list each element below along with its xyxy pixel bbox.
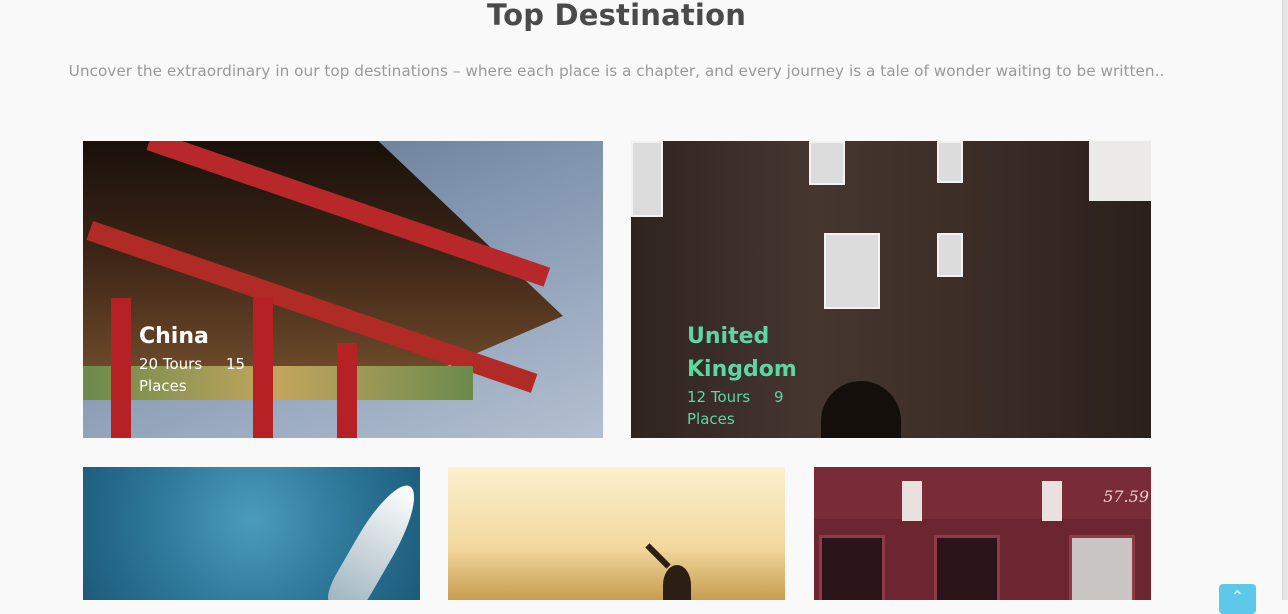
building-arch	[821, 381, 901, 438]
destination-places-count: 15	[226, 355, 246, 373]
surfer-arm-image	[645, 543, 671, 569]
destination-places-label: Places	[687, 410, 735, 428]
building-window	[937, 141, 963, 183]
shop-window	[934, 535, 1000, 600]
destination-card-china[interactable]: China 20 Tours 15 Places	[83, 141, 603, 438]
building-window	[937, 233, 963, 277]
page-scrollbar[interactable]	[1282, 0, 1288, 600]
destination-places-label: Places	[139, 377, 187, 395]
building-window	[631, 141, 663, 217]
destination-tours: 12 Tours	[687, 388, 751, 406]
building-window	[809, 141, 845, 185]
sky-patch	[1089, 141, 1151, 201]
shop-window	[1069, 535, 1135, 600]
section-title: Top Destination	[486, 0, 747, 32]
surfer-image	[663, 565, 691, 600]
destination-card-surf-image[interactable]	[448, 467, 785, 600]
shop-pillar	[902, 481, 922, 521]
destination-card-united-kingdom[interactable]: United Kingdom 12 Tours 9 Places	[631, 141, 1151, 438]
destination-stats: 12 Tours 9 Places	[687, 386, 827, 430]
destination-name[interactable]: China	[139, 320, 245, 353]
destination-card-shopfront-image[interactable]: 57.59	[814, 467, 1151, 600]
destination-card-info: United Kingdom 12 Tours 9 Places	[687, 320, 827, 430]
destination-card-bird-image[interactable]	[83, 467, 420, 600]
destination-places-count: 9	[774, 388, 784, 406]
section-subtitle: Uncover the extraordinary in our top des…	[68, 62, 1165, 80]
destination-name[interactable]: United Kingdom	[687, 320, 827, 386]
chevron-up-icon: ⌃	[1230, 587, 1245, 606]
shop-sign-text: 57.59	[1103, 487, 1149, 506]
shop-facade	[814, 467, 1151, 519]
scroll-to-top-button[interactable]: ⌃	[1219, 584, 1256, 614]
pagoda-pillar	[253, 298, 273, 438]
pagoda-pillar	[337, 343, 357, 438]
destination-stats: 20 Tours 15 Places	[139, 353, 245, 397]
shop-window	[819, 535, 885, 600]
pagoda-pillar	[111, 298, 131, 438]
destination-card-info: China 20 Tours 15 Places	[139, 320, 245, 397]
shop-pillar	[1042, 481, 1062, 521]
building-window	[824, 233, 880, 309]
bird-wing-image	[322, 476, 420, 600]
destination-tours: 20 Tours	[139, 355, 203, 373]
